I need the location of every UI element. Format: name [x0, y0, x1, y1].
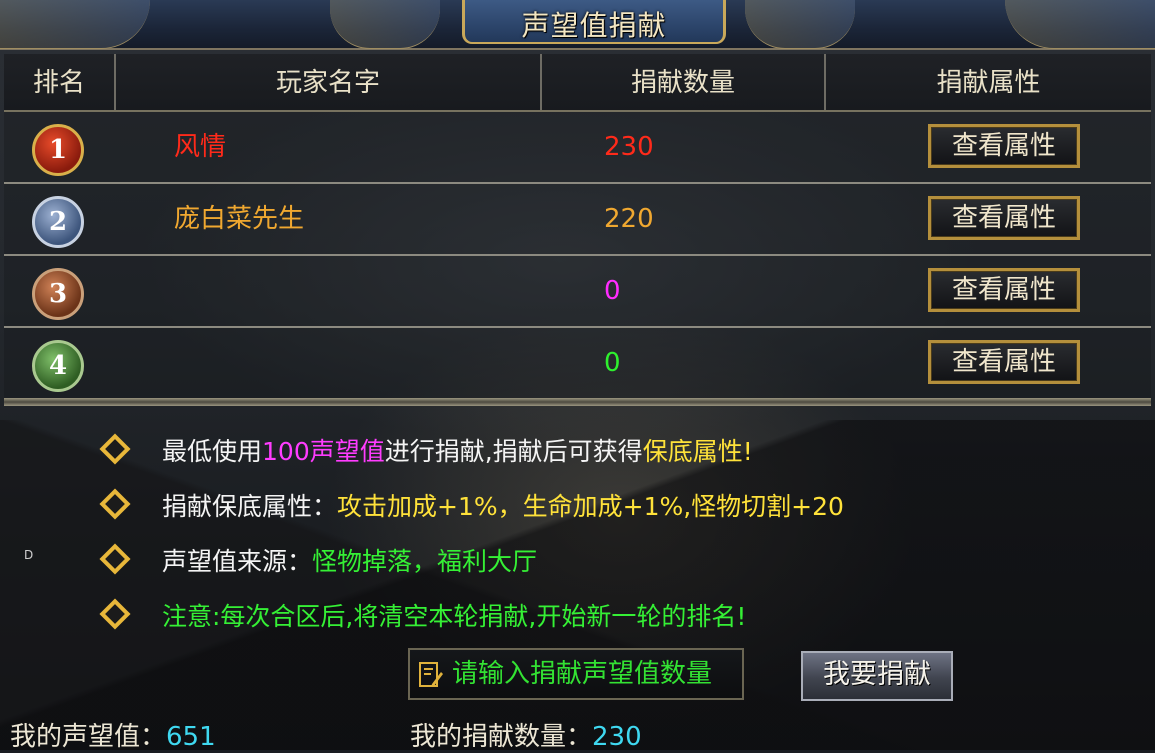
view-attributes-button[interactable]: 查看属性 [928, 124, 1080, 168]
note-highlight: 保底属性! [642, 437, 753, 466]
note-text-part: 捐献保底属性： [162, 492, 338, 521]
note-text: 最低使用100声望值进行捐献,捐献后可获得保底属性! [162, 432, 753, 468]
header-donation-count: 捐献数量 [630, 68, 735, 98]
donate-button[interactable]: 我要捐献 [801, 651, 953, 701]
edit-icon [419, 662, 443, 687]
note-text: 声望值来源：怪物掉落，福利大厅 [162, 542, 537, 578]
rank-1-medal-icon: 1 [32, 124, 84, 176]
view-attributes-button[interactable]: 查看属性 [928, 340, 1080, 384]
my-donation: 我的捐献数量：230 [410, 716, 642, 753]
donation-count: 220 [604, 204, 654, 234]
my-reputation-value: 651 [166, 722, 216, 752]
section-divider [4, 398, 1151, 406]
view-attributes-button[interactable]: 查看属性 [928, 196, 1080, 240]
ranking-table: 排名 玩家名字 捐献数量 捐献属性 1 风情 230 查看属性 2 庞白菜先生 … [4, 54, 1151, 400]
dragon-ornament-right [1005, 0, 1155, 49]
note-text: 捐献保底属性：攻击加成+1%，生命加成+1%,怪物切割+20 [162, 487, 844, 523]
rank-2-medal-icon: 2 [32, 196, 84, 248]
donation-count: 0 [604, 348, 621, 378]
donation-amount-input[interactable]: 请输入捐献声望值数量 [408, 648, 744, 700]
rank-3-medal-icon: 3 [32, 268, 84, 320]
my-reputation: 我的声望值：651 [10, 716, 216, 753]
note-highlight: 攻击加成+1%，生命加成+1%,怪物切割+20 [337, 492, 844, 521]
header-player-name: 玩家名字 [275, 68, 380, 98]
view-attributes-button[interactable]: 查看属性 [928, 268, 1080, 312]
table-header: 排名 玩家名字 捐献数量 捐献属性 [4, 54, 1151, 112]
my-donation-value: 230 [592, 722, 642, 752]
player-name: 风情 [174, 132, 227, 162]
donation-count: 230 [604, 132, 654, 162]
table-row: 4 0 查看属性 [4, 328, 1151, 400]
table-row: 2 庞白菜先生 220 查看属性 [4, 184, 1151, 256]
note-text-part: 最低使用 [162, 437, 263, 466]
header-rank: 排名 [32, 68, 85, 98]
note-text: 注意:每次合区后,将清空本轮捐献,开始新一轮的排名! [162, 602, 747, 631]
table-row: 1 风情 230 查看属性 [4, 112, 1151, 184]
window-title: 声望值捐献 [521, 9, 667, 42]
note-highlight: 怪物掉落，福利大厅 [312, 547, 538, 576]
side-mark: D [24, 548, 34, 562]
rank-4-medal-icon: 4 [32, 340, 84, 392]
my-donation-label: 我的捐献数量： [410, 722, 593, 752]
note-text-part: 声望值来源： [162, 547, 313, 576]
note-text-part: 进行捐献,捐献后可获得 [384, 437, 643, 466]
donation-count: 0 [604, 276, 621, 306]
donation-input-placeholder: 请输入捐献声望值数量 [452, 659, 713, 689]
table-row: 3 0 查看属性 [4, 256, 1151, 328]
note-highlight: 100声望值 [262, 437, 385, 466]
player-name: 庞白菜先生 [174, 204, 305, 234]
background-mountains [0, 420, 1155, 750]
header-donation-attribute: 捐献属性 [936, 68, 1041, 98]
my-reputation-label: 我的声望值： [10, 722, 167, 752]
